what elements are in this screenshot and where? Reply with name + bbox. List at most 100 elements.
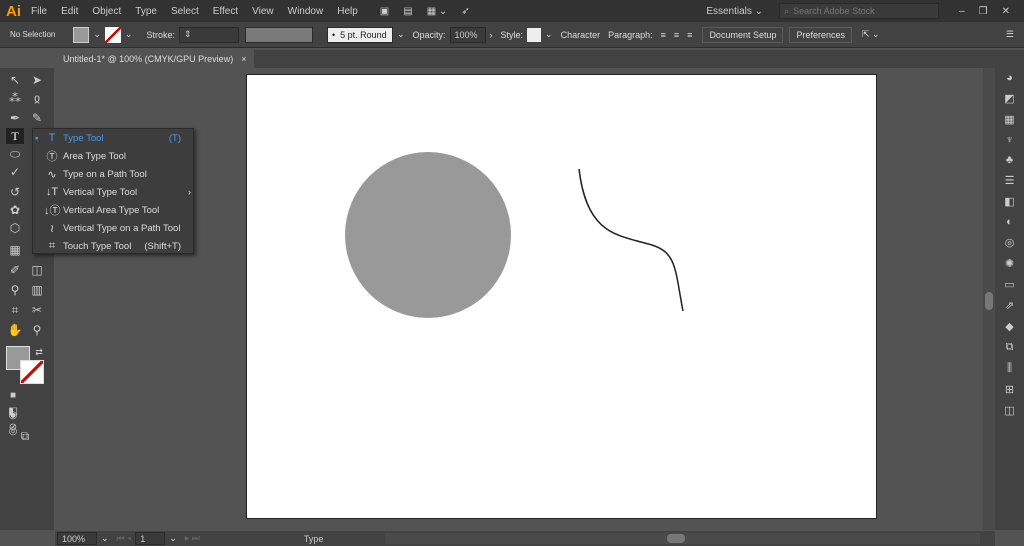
first-artboard-button[interactable]: ⏮ ◂ bbox=[117, 533, 132, 544]
zoom-level[interactable]: 100% bbox=[57, 532, 97, 545]
brush-dropdown[interactable]: ⌄ bbox=[397, 29, 405, 40]
flyout-item-area-type-tool[interactable]: Ⓣ Area Type Tool bbox=[33, 147, 193, 165]
character-link[interactable]: Character bbox=[561, 30, 601, 40]
align-panel-icon[interactable]: ⫼ bbox=[1007, 362, 1012, 375]
stroke-dropdown[interactable]: ⌄ bbox=[125, 29, 133, 40]
close-tab-button[interactable]: × bbox=[241, 54, 246, 64]
stroke-panel-icon[interactable]: ☰ bbox=[1005, 174, 1015, 187]
horizontal-scrollbar[interactable] bbox=[385, 533, 980, 544]
align-right-icon[interactable]: ≡ bbox=[687, 30, 692, 40]
artboard-dropdown[interactable]: ⌄ bbox=[169, 533, 177, 544]
screen-mode-icon[interactable]: ⧉ bbox=[16, 428, 34, 444]
transparency-icon[interactable]: ◐ bbox=[1006, 216, 1013, 228]
preferences-button[interactable]: Preferences bbox=[789, 26, 853, 43]
menu-edit[interactable]: Edit bbox=[61, 6, 78, 17]
selection-tool-icon[interactable]: ↖ bbox=[6, 72, 24, 88]
close-window-button[interactable]: ✕ bbox=[1002, 6, 1010, 17]
color-mode-icons[interactable]: ■ ◧ ⊘ bbox=[4, 388, 22, 433]
artboard-tool-icon[interactable]: ⌗ bbox=[6, 302, 24, 318]
opacity-arrow[interactable]: › bbox=[490, 30, 493, 40]
menu-help[interactable]: Help bbox=[337, 6, 358, 17]
symbols-icon[interactable]: ♣ bbox=[1006, 154, 1013, 166]
swap-colors-icon[interactable]: ⇄ bbox=[30, 344, 48, 360]
layers-icon[interactable]: ◆ bbox=[1005, 320, 1013, 333]
vertical-scrollbar[interactable] bbox=[983, 68, 995, 530]
draw-mode-icons[interactable]: ◉ ◎ bbox=[4, 408, 22, 437]
symbol-sprayer-icon[interactable]: ⚲ bbox=[6, 282, 24, 298]
menu-effect[interactable]: Effect bbox=[213, 6, 238, 17]
free-transform-icon[interactable]: ⬡ bbox=[6, 220, 24, 236]
panel-menu-icon[interactable]: ☰ bbox=[1006, 29, 1014, 40]
arrange-icon[interactable]: ▦ ⌄ bbox=[427, 6, 448, 17]
paragraph-link[interactable]: Paragraph: bbox=[608, 30, 653, 40]
artboard[interactable] bbox=[246, 74, 877, 519]
flyout-item-vertical-type-on-path-tool[interactable]: ≀ Vertical Type on a Path Tool bbox=[33, 219, 193, 237]
stroke-swatch[interactable] bbox=[104, 26, 121, 43]
restore-button[interactable]: ❐ bbox=[979, 6, 988, 17]
flyout-item-touch-type-tool[interactable]: ⌗ Touch Type Tool (Shift+T) bbox=[33, 237, 193, 255]
stroke-weight-input[interactable]: ⇕ bbox=[178, 26, 239, 43]
graphic-style-swatch[interactable] bbox=[527, 27, 542, 42]
align-left-icon[interactable]: ≡ bbox=[661, 30, 666, 40]
type-tool-icon[interactable]: T bbox=[6, 128, 24, 144]
workspace-switcher[interactable]: Essentials ⌄ bbox=[706, 6, 763, 17]
flyout-item-type-on-path-tool[interactable]: ∿ Type on a Path Tool bbox=[33, 165, 193, 183]
graphic-styles-icon[interactable]: ✺ bbox=[1005, 257, 1014, 270]
blend-tool-icon[interactable]: ◫ bbox=[28, 262, 46, 278]
tearoff-arrow-icon[interactable]: › bbox=[188, 187, 191, 198]
menu-select[interactable]: Select bbox=[171, 6, 199, 17]
next-artboard-button[interactable]: ▸ ⏭ bbox=[185, 533, 200, 544]
rotate-tool-icon[interactable]: ↺ bbox=[6, 184, 24, 200]
artboards-icon[interactable]: ⧉ bbox=[1006, 341, 1014, 354]
warp-tool-icon[interactable]: ✿ bbox=[6, 202, 24, 218]
flyout-item-vertical-type-tool[interactable]: ↓T Vertical Type Tool › bbox=[33, 183, 193, 201]
quick-actions-icon[interactable]: ⇱ ⌄ bbox=[862, 29, 880, 40]
pathfinder-icon[interactable]: ◫ bbox=[1004, 404, 1014, 417]
artboard-number[interactable]: 1 bbox=[135, 532, 166, 545]
document-tab[interactable]: Untitled-1* @ 100% (CMYK/GPU Preview) × bbox=[55, 50, 255, 68]
menu-object[interactable]: Object bbox=[92, 6, 121, 17]
fill-swatch[interactable] bbox=[73, 26, 90, 43]
scroll-thumb[interactable] bbox=[985, 292, 993, 310]
menu-window[interactable]: Window bbox=[288, 6, 324, 17]
direct-selection-tool-icon[interactable]: ➤ bbox=[28, 72, 46, 88]
gradient-icon[interactable]: ◧ bbox=[1004, 195, 1014, 208]
menu-view[interactable]: View bbox=[252, 6, 274, 17]
export-icon[interactable]: ⇗ bbox=[1005, 299, 1014, 312]
slice-tool-icon[interactable]: ✂ bbox=[28, 302, 46, 318]
variable-width-profile[interactable] bbox=[244, 26, 313, 43]
menu-type[interactable]: Type bbox=[135, 6, 157, 17]
curvature-tool-icon[interactable]: ✎ bbox=[28, 110, 46, 126]
appearance-icon[interactable]: ◎ bbox=[1005, 236, 1015, 249]
stock-icon[interactable]: ▤ bbox=[403, 6, 412, 17]
color-guide-icon[interactable]: ◩ bbox=[1004, 92, 1014, 105]
mesh-tool-icon[interactable]: ▦ bbox=[6, 242, 24, 258]
eyedropper-icon[interactable]: ✐ bbox=[6, 262, 24, 278]
transform-icon[interactable]: ⊞ bbox=[1005, 383, 1014, 396]
hand-tool-icon[interactable]: ✋ bbox=[6, 322, 24, 338]
opacity-input[interactable]: 100% bbox=[449, 26, 486, 43]
zoom-dropdown[interactable]: ⌄ bbox=[101, 533, 109, 544]
gpu-rocket-icon[interactable]: ➶ bbox=[461, 6, 469, 17]
curved-path[interactable] bbox=[578, 168, 684, 312]
zoom-tool-icon[interactable]: ⚲ bbox=[28, 322, 46, 338]
h-scroll-thumb[interactable] bbox=[667, 534, 685, 543]
flyout-item-vertical-area-type-tool[interactable]: ↓Ⓣ Vertical Area Type Tool bbox=[33, 201, 193, 219]
libraries-icon[interactable]: ▭ bbox=[1004, 278, 1014, 291]
shaper-tool-icon[interactable]: ✓ bbox=[6, 164, 24, 180]
swatches-icon[interactable]: ▦ bbox=[1004, 113, 1014, 126]
menu-file[interactable]: File bbox=[31, 6, 47, 17]
pen-tool-icon[interactable]: ✒ bbox=[6, 110, 24, 126]
opacity-label[interactable]: Opacity: bbox=[413, 30, 446, 40]
gray-circle[interactable] bbox=[345, 152, 511, 318]
lasso-icon[interactable]: ჲ bbox=[28, 90, 46, 106]
align-center-icon[interactable]: ≡ bbox=[674, 30, 679, 40]
fill-dropdown[interactable]: ⌄ bbox=[93, 29, 101, 40]
minimize-button[interactable]: – bbox=[959, 6, 965, 17]
brush-definition[interactable]: • 5 pt. Round bbox=[326, 26, 393, 43]
bridge-icon[interactable]: ▣ bbox=[380, 6, 389, 17]
flyout-item-type-tool[interactable]: ▪ T Type Tool (T) bbox=[33, 129, 193, 147]
stroke-color-box[interactable] bbox=[20, 360, 44, 384]
ellipse-tool-icon[interactable]: ⬭ bbox=[6, 146, 24, 162]
color-panel-icon[interactable]: ◕ bbox=[1006, 72, 1013, 84]
